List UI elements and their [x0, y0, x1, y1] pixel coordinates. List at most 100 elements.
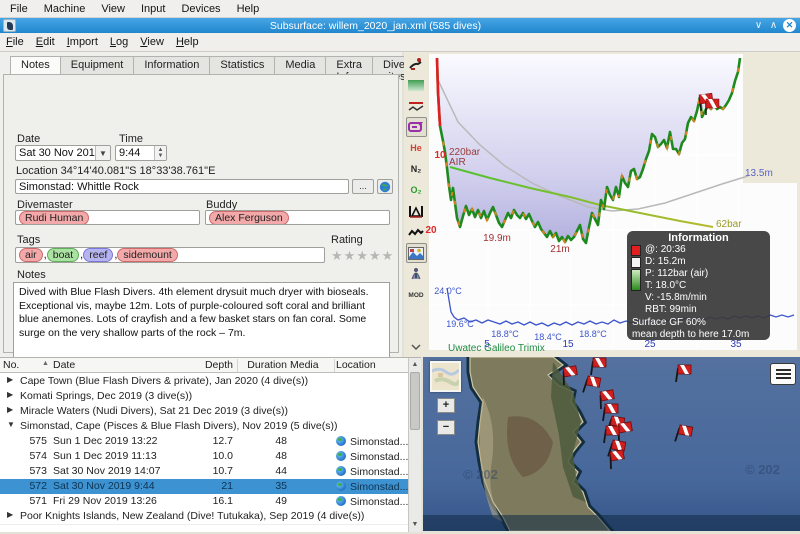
trip-label: Cape Town (Blue Flash Divers & private),…	[20, 375, 308, 387]
scuba-diver-icon[interactable]	[406, 264, 427, 284]
dive-list-scrollbar[interactable]: ▲ ▼	[408, 358, 421, 532]
scrollbar-thumb[interactable]	[410, 372, 420, 430]
tab-extra-info[interactable]: Extra Info	[325, 56, 372, 75]
location-label: Location 34°14'40.081"S 18°33'38.761"E	[16, 165, 215, 177]
menu-view[interactable]: View	[134, 36, 170, 48]
tag-chip[interactable]: boat	[47, 248, 79, 262]
header-separator	[334, 359, 335, 372]
trip-group-row[interactable]: ▶ Cape Town (Blue Flash Divers & private)…	[0, 374, 408, 389]
he-graph-icon[interactable]: He	[406, 138, 427, 158]
dive-row[interactable]: 573Sat 30 Nov 2019 14:0710.744Simonstad.…	[0, 464, 408, 479]
host-menu-machine[interactable]: Machine	[36, 3, 94, 15]
star-icon[interactable]: ★	[344, 248, 357, 263]
dive-date: Fri 29 Nov 2019 13:26	[53, 495, 157, 507]
dive-row[interactable]: 575Sun 1 Dec 2019 13:2212.748Simonstad..…	[0, 434, 408, 449]
col-duration[interactable]: Duration	[233, 359, 287, 371]
tab-media[interactable]: Media	[274, 56, 325, 75]
dive-depth: 10.7	[188, 465, 233, 477]
spinner-arrows-icon[interactable]: ▲▼	[154, 146, 166, 160]
divemaster-chip[interactable]: Rudi Human	[19, 211, 89, 225]
trip-group-row[interactable]: ▶Poor Knights Islands, New Zealand (Dive…	[0, 509, 408, 524]
star-icon[interactable]: ★	[331, 248, 344, 263]
dive-depth: 12.7	[188, 435, 233, 447]
time-value: 9:44	[119, 147, 140, 159]
map-menu-button[interactable]	[770, 363, 796, 385]
host-menu-input[interactable]: Input	[133, 3, 173, 15]
menu-import[interactable]: Import	[61, 36, 104, 48]
tag-chip[interactable]: air	[19, 248, 43, 262]
chevron-down-icon[interactable]: ▼	[95, 146, 110, 160]
trip-group-row[interactable]: ▼Simonstad, Cape (Pisces & Blue Flash Di…	[0, 419, 408, 434]
expander-closed-icon[interactable]: ▶	[7, 390, 13, 399]
map-zoom-in-button[interactable]: +	[437, 398, 455, 413]
tag-chip[interactable]: sidemount	[117, 248, 177, 262]
date-combobox[interactable]: Sat 30 Nov 2019 ▼	[15, 145, 111, 161]
heart-rate-icon[interactable]	[406, 222, 427, 242]
tab-equipment[interactable]: Equipment	[60, 56, 134, 75]
buddy-chip[interactable]: Alex Ferguson	[209, 211, 289, 225]
rating-stars[interactable]: ★★★★★	[331, 248, 394, 264]
host-menu-file[interactable]: File	[2, 3, 36, 15]
col-depth[interactable]: Depth	[188, 359, 233, 371]
col-no[interactable]: No.	[3, 359, 19, 371]
sort-ascending-icon[interactable]: ▲	[42, 360, 49, 367]
map-panel[interactable]: + − © 202 © 202	[423, 357, 800, 531]
expander-closed-icon[interactable]: ▶	[7, 510, 13, 519]
host-menu-help[interactable]: Help	[229, 3, 268, 15]
tab-information[interactable]: Information	[133, 56, 209, 75]
menu-file[interactable]: File	[0, 36, 30, 48]
map-zoom-out-button[interactable]: −	[437, 420, 455, 435]
trip-label: Miracle Waters (Nudi Divers), Sat 21 Dec…	[20, 405, 288, 417]
menu-edit[interactable]: Edit	[30, 36, 61, 48]
buddy-input[interactable]: Alex Ferguson	[205, 210, 390, 225]
dive-row[interactable]: 574Sun 1 Dec 2019 11:1310.048Simonstad..…	[0, 449, 408, 464]
dive-row[interactable]: 571Fri 29 Nov 2019 13:2616.149Simonstad.…	[0, 494, 408, 509]
tab-statistics[interactable]: Statistics	[209, 56, 274, 75]
dive-list-header[interactable]: No. ▲ Date DepthDurationMedia Location	[0, 358, 408, 373]
dive-duration: 48	[233, 435, 287, 447]
o2-graph-icon[interactable]: O₂	[406, 180, 427, 200]
location-input[interactable]: Simonstad: Whittle Rock	[15, 179, 349, 194]
maximize-button[interactable]: ∧	[766, 18, 781, 33]
minimize-button[interactable]: ∨	[751, 18, 766, 33]
divemaster-input[interactable]: Rudi Human	[15, 210, 200, 225]
minimap-overview[interactable]	[430, 361, 461, 392]
collapse-chevron-icon[interactable]	[406, 337, 427, 357]
dive-mode-icon[interactable]	[406, 54, 427, 74]
expander-open-icon[interactable]: ▼	[7, 420, 15, 429]
location-more-button[interactable]: ...	[352, 179, 374, 194]
star-icon[interactable]: ★	[356, 248, 369, 263]
dive-date: Sun 1 Dec 2019 13:22	[53, 435, 158, 447]
expander-closed-icon[interactable]: ▶	[7, 375, 13, 384]
calculated-ceiling-icon[interactable]	[406, 96, 427, 116]
menu-help[interactable]: Help	[170, 36, 205, 48]
host-menu-view[interactable]: View	[93, 3, 133, 15]
menu-log[interactable]: Log	[104, 36, 134, 48]
ceiling-gradient-icon[interactable]	[406, 75, 427, 95]
trip-group-row[interactable]: ▶Komati Springs, Dec 2019 (3 dive(s))	[0, 389, 408, 404]
host-menu-devices[interactable]: Devices	[173, 3, 228, 15]
n2-graph-icon[interactable]: N₂	[406, 159, 427, 179]
dive-location: Simonstad...	[336, 465, 408, 478]
dive-row[interactable]: 572Sat 30 Nov 2019 9:442135Simonstad...	[0, 479, 408, 494]
edit-profile-icon[interactable]	[406, 117, 427, 137]
tab-notes[interactable]: Notes	[10, 56, 60, 75]
star-icon[interactable]: ★	[382, 248, 395, 263]
globe-button[interactable]	[377, 179, 393, 194]
show-photos-icon[interactable]	[406, 243, 427, 263]
col-media[interactable]: Media	[290, 359, 319, 371]
expander-closed-icon[interactable]: ▶	[7, 405, 13, 414]
time-spinbox[interactable]: 9:44 ▲▼	[115, 145, 167, 161]
col-location[interactable]: Location	[336, 359, 376, 371]
tags-input[interactable]: air,boat,reef,sidemount	[15, 247, 325, 263]
tag-chip[interactable]: reef	[83, 248, 113, 262]
scroll-up-icon[interactable]: ▲	[409, 358, 421, 371]
col-date[interactable]: Date	[53, 359, 75, 371]
close-button[interactable]: ✕	[783, 19, 796, 32]
scroll-down-icon[interactable]: ▼	[409, 518, 421, 531]
mod-icon[interactable]: MOD	[406, 285, 427, 305]
trip-group-row[interactable]: ▶ Miracle Waters (Nudi Divers), Sat 21 De…	[0, 404, 408, 419]
map-watermark: © 202	[463, 467, 498, 482]
star-icon[interactable]: ★	[369, 248, 382, 263]
tissues-icon[interactable]	[406, 201, 427, 221]
